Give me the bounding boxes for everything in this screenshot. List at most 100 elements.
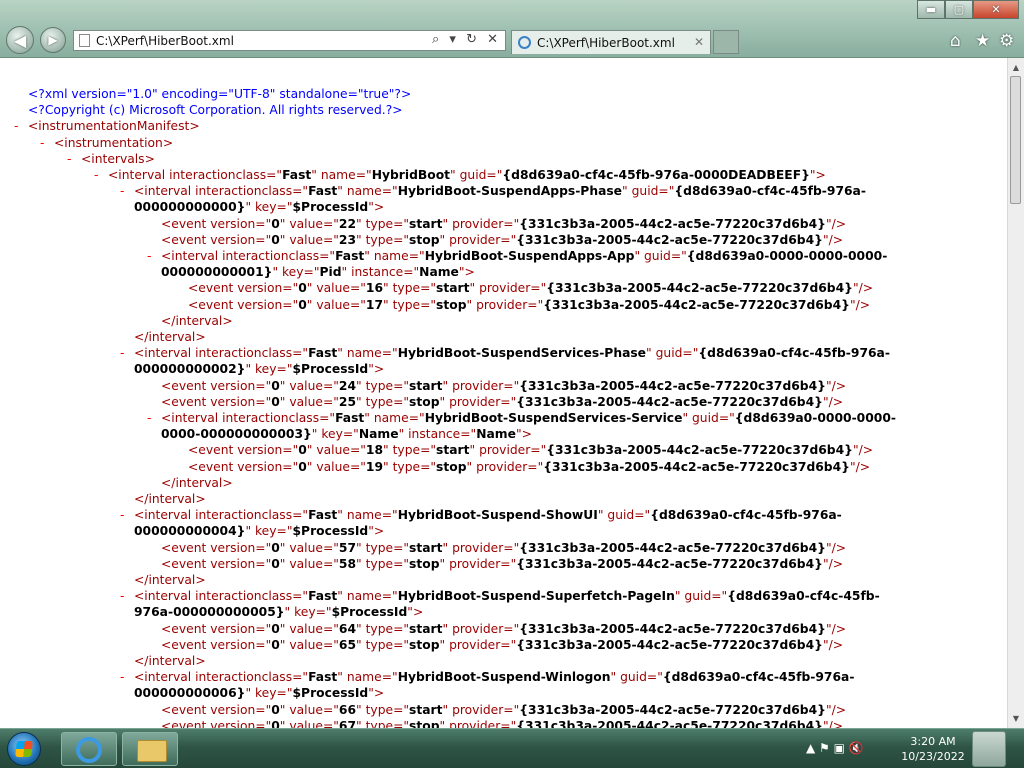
address-tools-icons[interactable]: ⌕ ▾ ↻ ✕ xyxy=(432,32,501,47)
xml-attribute-value: {331c3b3a-2005-44c2-ac5e-77220c37d6b4} xyxy=(516,718,823,728)
tab-close-icon[interactable]: ✕ xyxy=(694,35,704,49)
xml-markup: <event version=" xyxy=(161,702,272,717)
xml-markup: " value=" xyxy=(279,540,339,555)
xml-markup: "/> xyxy=(852,443,874,458)
favorites-icon[interactable]: ★ xyxy=(975,31,990,51)
xml-attribute-value: Fast xyxy=(308,670,338,685)
xml-markup: " type=" xyxy=(356,621,410,636)
xml-attribute-value: {331c3b3a-2005-44c2-ac5e-77220c37d6b4} xyxy=(546,281,853,296)
xml-markup: " type=" xyxy=(356,232,410,247)
xml-markup: " value=" xyxy=(306,297,366,312)
xml-markup: <instrumentationManifest> xyxy=(28,119,200,134)
xml-markup: "/> xyxy=(822,394,844,409)
xml-attribute-value: {331c3b3a-2005-44c2-ac5e-77220c37d6b4} xyxy=(543,297,850,312)
xml-attribute-value: HybridBoot xyxy=(371,168,451,182)
xml-attribute-value: 58 xyxy=(338,556,357,571)
xml-attribute-value: {331c3b3a-2005-44c2-ac5e-77220c37d6b4} xyxy=(516,394,823,409)
maximize-button[interactable]: ▢ xyxy=(945,0,973,19)
collapse-toggle[interactable]: - xyxy=(120,669,124,685)
xml-markup: "> xyxy=(368,200,385,215)
xml-attribute-value: Name xyxy=(476,427,516,442)
xml-markup: " type=" xyxy=(383,281,437,296)
xml-markup: "/> xyxy=(822,232,844,247)
collapse-toggle[interactable]: - xyxy=(67,151,71,167)
xml-attribute-value: HybridBoot-Suspend-ShowUI xyxy=(397,508,598,523)
address-bar[interactable]: C:\XPerf\HiberBoot.xml ⌕ ▾ ↻ ✕ xyxy=(73,30,506,51)
xml-markup: " provider=" xyxy=(439,394,517,409)
forward-button[interactable]: ▶ xyxy=(40,27,66,53)
xml-attribute-value: 65 xyxy=(338,637,357,652)
xml-line: </interval> xyxy=(161,475,233,491)
xml-attribute-value: 23 xyxy=(338,232,357,247)
xml-attribute-value: HybridBoot-Suspend-Winlogon xyxy=(397,670,611,685)
minimize-button[interactable]: ▬ xyxy=(917,0,945,19)
xml-markup: " name=" xyxy=(364,249,425,263)
xml-line: 000000000002}" key="$ProcessId"> xyxy=(134,361,384,377)
xml-markup: " provider=" xyxy=(439,637,517,652)
xml-processing-instruction: <?Copyright (c) Microsoft Corporation. A… xyxy=(28,103,403,118)
clock[interactable]: 3:20 AM 10/23/2022 xyxy=(898,734,968,764)
start-button[interactable] xyxy=(7,732,41,766)
xml-line: </interval> xyxy=(134,572,206,588)
xml-markup: " type=" xyxy=(356,540,410,555)
scroll-up-icon[interactable]: ▲ xyxy=(1008,59,1024,75)
xml-attribute-value: stop xyxy=(436,459,467,474)
xml-markup: "> xyxy=(368,524,385,539)
taskbar-explorer-button[interactable] xyxy=(122,732,178,766)
close-button[interactable]: ✕ xyxy=(973,0,1019,19)
xml-attribute-value: {331c3b3a-2005-44c2-ac5e-77220c37d6b4} xyxy=(519,216,826,231)
xml-attribute-value: $ProcessId xyxy=(292,524,369,539)
xml-attribute-value: stop xyxy=(409,556,440,571)
home-icon[interactable]: ⌂ xyxy=(950,31,961,51)
xml-markup: <event version=" xyxy=(161,621,272,636)
collapse-toggle[interactable]: - xyxy=(120,345,124,361)
xml-attribute-value: $ProcessId xyxy=(292,362,369,377)
xml-markup: " value=" xyxy=(279,378,339,393)
collapse-toggle[interactable]: - xyxy=(147,248,151,264)
xml-markup: <interval interactionclass=" xyxy=(134,670,309,685)
vertical-scrollbar[interactable]: ▲ ▼ xyxy=(1007,58,1024,728)
xml-markup: " value=" xyxy=(279,621,339,636)
xml-markup: " provider=" xyxy=(442,378,520,393)
back-button[interactable]: ◀ xyxy=(6,26,34,54)
system-tray-icons[interactable]: ▲ ⚑ ▣ 🔇 xyxy=(806,741,864,755)
xml-markup: "/> xyxy=(822,718,844,728)
clock-date: 10/23/2022 xyxy=(901,750,965,763)
collapse-toggle[interactable]: - xyxy=(120,507,124,523)
xml-attribute-value: {331c3b3a-2005-44c2-ac5e-77220c37d6b4} xyxy=(516,637,823,652)
collapse-toggle[interactable]: - xyxy=(147,410,151,426)
xml-markup: " name=" xyxy=(337,508,398,523)
browser-chrome: ▬ ▢ ✕ ◀ ▶ C:\XPerf\HiberBoot.xml ⌕ ▾ ↻ ✕… xyxy=(0,0,1024,58)
collapse-toggle[interactable]: - xyxy=(120,588,124,604)
scroll-thumb[interactable] xyxy=(1010,76,1021,204)
xml-line: <instrumentation> xyxy=(54,135,173,151)
ie-icon xyxy=(518,36,531,49)
tab-hiberboot[interactable]: C:\XPerf\HiberBoot.xml ✕ xyxy=(511,30,711,54)
xml-attribute-value: Name xyxy=(419,265,459,280)
collapse-toggle[interactable]: - xyxy=(94,167,98,183)
taskbar-ie-button[interactable] xyxy=(61,732,117,766)
xml-attribute-value: Fast xyxy=(335,249,365,263)
tools-icon[interactable]: ⚙ xyxy=(999,31,1014,51)
user-tile[interactable] xyxy=(972,731,1006,767)
xml-attribute-value: 000000000000} xyxy=(134,200,246,215)
xml-line: 000000000004}" key="$ProcessId"> xyxy=(134,523,384,539)
xml-markup: " type=" xyxy=(356,394,410,409)
collapse-toggle[interactable]: - xyxy=(14,118,18,134)
taskbar: ▲ ⚑ ▣ 🔇 3:20 AM 10/23/2022 xyxy=(0,728,1024,768)
forward-arrow-icon: ▶ xyxy=(48,33,58,47)
xml-document-view[interactable]: <?xml version="1.0" encoding="UTF-8" sta… xyxy=(0,58,1007,728)
xml-attribute-value: {d8d639a0-cf4c-45fb-976a- xyxy=(662,670,855,685)
xml-attribute-value: {331c3b3a-2005-44c2-ac5e-77220c37d6b4} xyxy=(519,378,826,393)
xml-attribute-value: start xyxy=(409,216,443,231)
collapse-toggle[interactable]: - xyxy=(120,183,124,199)
xml-markup: <interval interactionclass=" xyxy=(161,411,336,425)
new-tab-button[interactable] xyxy=(713,30,739,54)
scroll-down-icon[interactable]: ▼ xyxy=(1008,710,1024,726)
xml-markup: <intervals> xyxy=(81,151,155,166)
window-controls: ▬ ▢ ✕ xyxy=(917,0,1019,20)
collapse-toggle[interactable]: - xyxy=(40,135,44,151)
xml-markup: "/> xyxy=(849,297,871,312)
xml-attribute-value: {331c3b3a-2005-44c2-ac5e-77220c37d6b4} xyxy=(519,702,826,717)
windows-logo-icon xyxy=(15,741,33,757)
